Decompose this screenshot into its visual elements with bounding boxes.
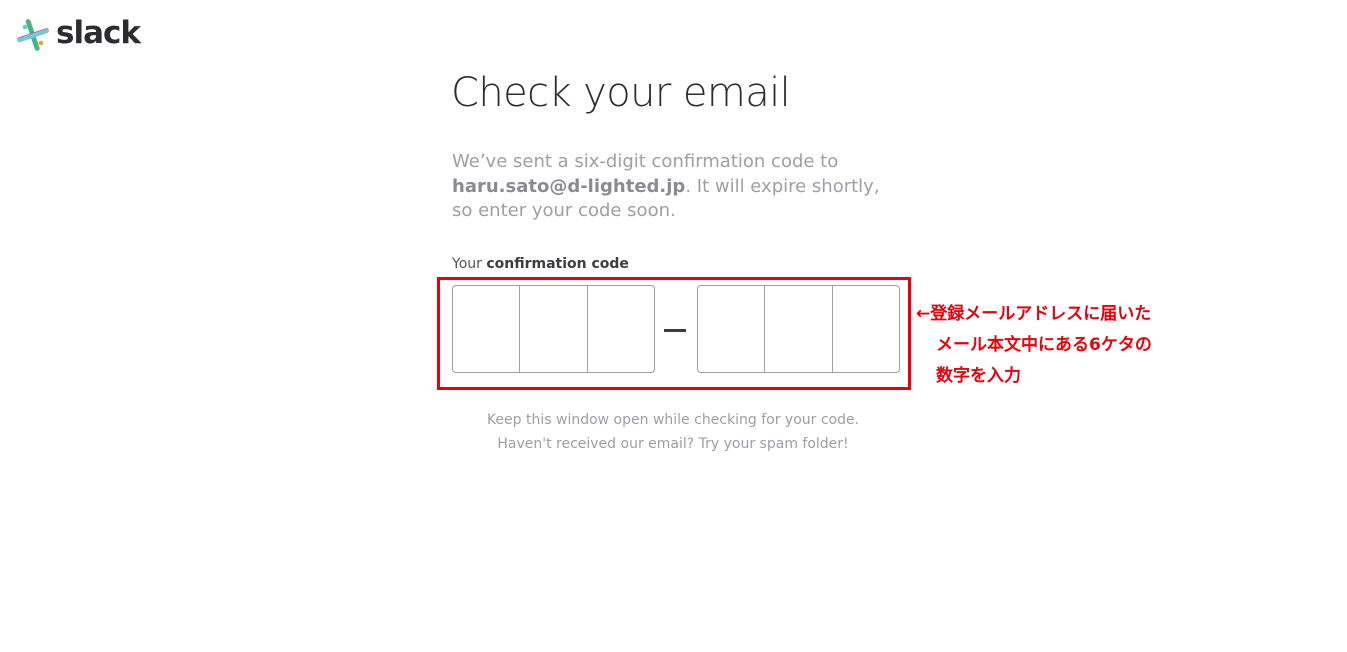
page-description: We’ve sent a six-digit confirmation code… [452,150,882,224]
code-digit-5[interactable] [764,286,832,372]
code-digit-3[interactable] [586,286,654,372]
code-digit-6[interactable] [831,286,899,372]
code-group-second [697,285,900,373]
dash-icon [664,329,686,332]
hint-line-1: Keep this window open while checking for… [486,412,860,428]
slack-hash-icon [17,19,49,51]
code-digit-1[interactable] [453,286,520,372]
help-hint: Keep this window open while checking for… [452,408,894,456]
annotation-note: ←登録メールアドレスに届いた メール本文中にある6ケタの 数字を入力 [916,299,1152,392]
description-text-before: We’ve sent a six-digit confirmation code… [452,151,839,172]
confirmation-code-label: Your confirmation code [452,256,629,272]
page-title: Check your email [451,70,791,116]
slack-wordmark: slack [56,14,141,51]
code-label-prefix: Your [452,256,487,272]
slack-logo[interactable]: slack [16,14,141,54]
code-label-bold: confirmation code [486,256,629,272]
annotation-line-2: メール本文中にある6ケタの [936,335,1152,355]
annotation-line-3: 数字を入力 [936,366,1021,386]
code-digit-4[interactable] [698,286,765,372]
email-address: haru.sato@d-lighted.jp [452,175,686,197]
code-group-first [452,285,655,373]
hint-line-2: Haven't received our email? Try your spa… [497,436,849,452]
code-digit-2[interactable] [519,286,587,372]
annotation-line-1: ←登録メールアドレスに届いた [916,304,1152,324]
